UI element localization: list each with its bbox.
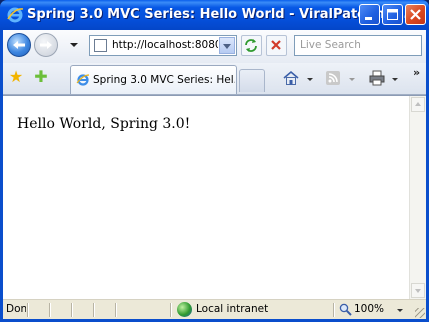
resize-grip[interactable] [415, 308, 425, 318]
close-button[interactable] [405, 4, 426, 25]
minimize-icon [365, 17, 372, 20]
toolbar-overflow-chevron-icon[interactable]: » [413, 66, 420, 79]
status-text: Done [6, 303, 26, 315]
stop-button[interactable] [266, 35, 287, 56]
new-tab-button[interactable] [239, 69, 265, 92]
status-separator [27, 303, 29, 317]
recent-pages-dropdown[interactable] [70, 43, 78, 47]
ie-page-icon [76, 74, 90, 86]
forward-button[interactable] [34, 33, 58, 57]
browser-window: Spring 3.0 MVC Series: Hello World - Vir… [0, 0, 429, 322]
hello-world-text: Hello World, Spring 3.0! [17, 116, 191, 132]
feeds-dropdown[interactable] [349, 78, 355, 81]
zoom-level[interactable]: 100% [354, 303, 384, 315]
status-separator [71, 303, 73, 317]
favorites-star-icon[interactable]: ★ [7, 68, 25, 86]
status-separator [49, 303, 51, 317]
back-button[interactable] [7, 33, 31, 57]
search-box[interactable]: Live Search [294, 35, 422, 56]
status-bar: Done Local intranet 100% [3, 299, 426, 319]
stop-icon [271, 40, 281, 50]
close-icon [410, 9, 421, 20]
back-arrow-icon [13, 41, 25, 49]
home-icon[interactable] [282, 69, 300, 87]
tab-active[interactable]: Spring 3.0 MVC Series: Hel... [70, 65, 237, 94]
intranet-globe-icon [177, 302, 192, 317]
add-favorite-icon[interactable]: ✚ [32, 68, 50, 86]
print-icon[interactable] [368, 69, 386, 87]
maximize-icon [387, 9, 398, 20]
browser-frame: http://localhost:8080/ Live Search ★ ✚ S… [0, 30, 429, 322]
page-icon [94, 39, 107, 52]
status-separator [115, 303, 117, 317]
title-bar[interactable]: Spring 3.0 MVC Series: Hello World - Vir… [0, 0, 429, 30]
page-content: Hello World, Spring 3.0! [3, 95, 426, 299]
address-bar[interactable]: http://localhost:8080/ [89, 35, 237, 56]
zoom-magnifier-icon[interactable] [339, 303, 352, 316]
address-dropdown-button[interactable] [219, 37, 235, 54]
security-zone-label: Local intranet [196, 303, 269, 315]
scroll-down-button[interactable] [411, 283, 425, 298]
search-input[interactable]: Live Search [300, 39, 361, 51]
minimize-button[interactable] [359, 4, 380, 25]
ie-logo-icon [7, 7, 24, 23]
scroll-up-button[interactable] [411, 97, 425, 112]
maximize-button[interactable] [382, 4, 403, 25]
address-input[interactable]: http://localhost:8080/ [112, 39, 218, 51]
window-title: Spring 3.0 MVC Series: Hello World - Vir… [27, 7, 409, 22]
status-separator [93, 303, 95, 317]
status-separator [333, 303, 335, 317]
navigation-toolbar: http://localhost:8080/ Live Search [3, 30, 426, 63]
tab-label: Spring 3.0 MVC Series: Hel... [93, 74, 235, 86]
refresh-icon [245, 39, 257, 52]
zoom-dropdown[interactable] [397, 309, 403, 312]
vertical-scrollbar[interactable] [409, 96, 426, 299]
print-dropdown[interactable] [392, 78, 398, 81]
home-dropdown[interactable] [307, 78, 313, 81]
rss-feed-icon[interactable] [324, 69, 342, 87]
refresh-button[interactable] [241, 35, 262, 56]
tab-toolbar: ★ ✚ Spring 3.0 MVC Series: Hel... » [3, 63, 426, 95]
status-separator [170, 303, 172, 317]
forward-arrow-icon [40, 41, 52, 49]
